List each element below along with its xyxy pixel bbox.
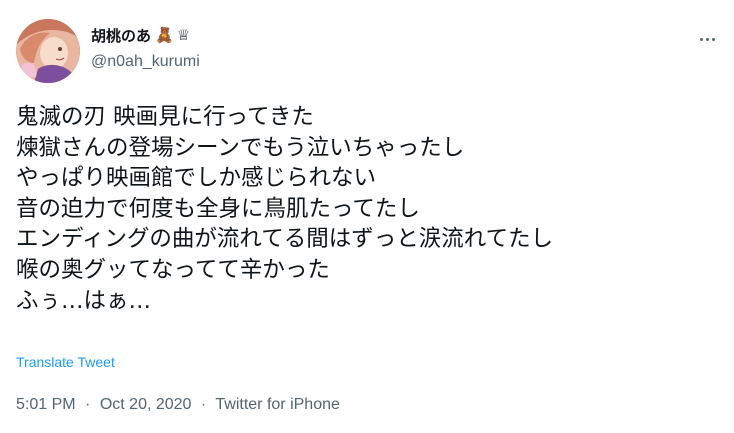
- tweet-timestamp-time[interactable]: 5:01 PM: [16, 396, 76, 413]
- tweet-text-line: 鬼滅の刃 映画見に行ってきた: [16, 104, 314, 130]
- tweet-source: Twitter for iPhone: [215, 396, 340, 413]
- avatar-image: [16, 19, 80, 83]
- user-handle[interactable]: @n0ah_kurumi: [91, 53, 200, 71]
- tweet-header: 胡桃のあ 🧸 ♕ @n0ah_kurumi: [91, 24, 200, 71]
- more-horizontal-icon-dot: [711, 37, 715, 41]
- display-name-row[interactable]: 胡桃のあ 🧸 ♕: [91, 24, 200, 46]
- crown-icon: ♕: [176, 25, 191, 44]
- tweet-text-line: やっぱり映画館でしか感じられない: [16, 165, 377, 192]
- display-name[interactable]: 胡桃のあ: [91, 25, 151, 46]
- tweet-text-line: エンディングの曲が流れてる間はずっと涙流れてたし: [16, 226, 554, 253]
- tweet-metadata: 5:01 PM · Oct 20, 2020 · Twitter for iPh…: [16, 396, 340, 414]
- tweet-card: 胡桃のあ 🧸 ♕ @n0ah_kurumi 鬼滅の刃 映画見に行ってきた 煉獄さ…: [0, 0, 734, 433]
- more-horizontal-icon-dot: [705, 37, 709, 41]
- translate-tweet-link[interactable]: Translate Tweet: [16, 354, 115, 370]
- tweet-text-line: ふぅ…はぁ…: [16, 287, 152, 314]
- tweet-text-line: 喉の奥グッてなってて辛かった: [16, 256, 330, 283]
- meta-separator: ·: [200, 396, 207, 413]
- avatar[interactable]: [16, 19, 80, 83]
- teddy-bear-icon: 🧸: [155, 25, 174, 44]
- more-horizontal-icon: [699, 37, 703, 41]
- tweet-text-line: 音の迫力で何度も全身に鳥肌たってたし: [16, 195, 420, 222]
- tweet-timestamp-date[interactable]: Oct 20, 2020: [100, 396, 192, 413]
- tweet-text-line: 煉獄さんの登場シーンでもう泣いちゃったし: [16, 134, 465, 161]
- tweet-text: 鬼滅の刃 映画見に行ってきた 煉獄さんの登場シーンでもう泣いちゃったし やっぱり…: [16, 102, 721, 316]
- meta-separator: ·: [85, 396, 91, 413]
- more-options-button[interactable]: [696, 30, 718, 48]
